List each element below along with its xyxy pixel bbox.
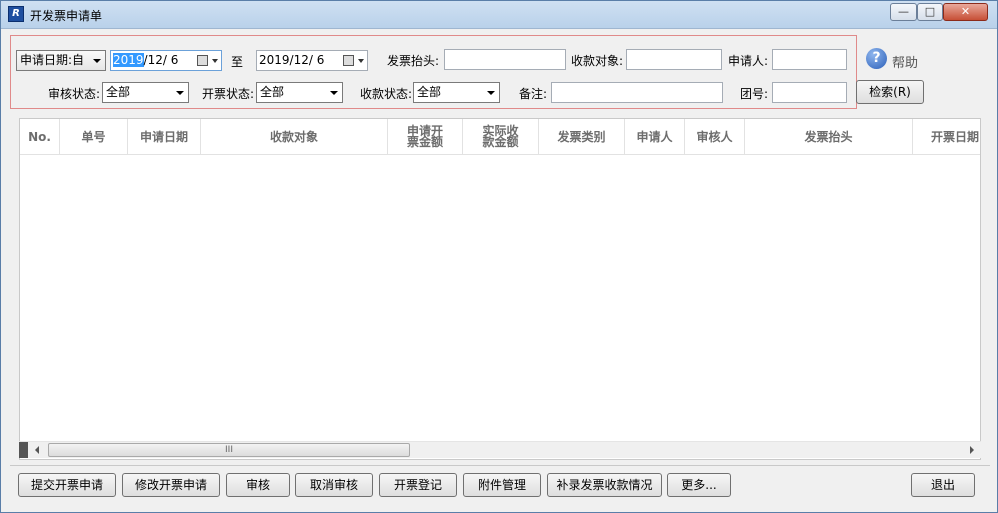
applicant-input[interactable]: [772, 49, 847, 70]
remark-label: 备注:: [519, 87, 548, 101]
column-header[interactable]: 申请人: [625, 119, 685, 155]
date-from-year: 2019: [113, 53, 144, 67]
date-type-value: 申请日期:自: [20, 53, 85, 67]
help-icon: ?: [866, 48, 887, 69]
submit-request-button[interactable]: 提交开票申请: [18, 473, 116, 497]
scroll-left-arrow-icon[interactable]: [35, 446, 39, 454]
column-header[interactable]: 发票抬头: [745, 119, 913, 155]
collection-status-select[interactable]: 全部: [413, 82, 500, 103]
collection-status-label: 收款状态:: [360, 87, 413, 101]
to-label: 至: [231, 55, 244, 69]
minimize-button[interactable]: —: [890, 3, 917, 21]
calendar-icon[interactable]: [197, 55, 208, 66]
scroll-left-block: [19, 442, 28, 458]
invoice-title-input[interactable]: [444, 49, 566, 70]
window-title: 开发票申请单: [30, 9, 103, 23]
scroll-right-arrow-icon[interactable]: [970, 446, 974, 454]
exit-button[interactable]: 退出: [911, 473, 975, 497]
scrollbar-thumb[interactable]: III: [48, 443, 410, 457]
date-from-rest: /12/ 6: [143, 53, 179, 67]
app-logo-icon: R: [8, 6, 24, 22]
column-header[interactable]: 审核人: [685, 119, 745, 155]
thumb-grip-icon: III: [225, 445, 233, 455]
payee-input[interactable]: [626, 49, 722, 70]
date-to-value: 2019/12/ 6: [259, 53, 325, 67]
column-header[interactable]: 实际收款金额: [463, 119, 539, 155]
more-button[interactable]: 更多...: [667, 473, 731, 497]
applicant-label: 申请人:: [728, 54, 769, 68]
column-header[interactable]: 发票类别: [539, 119, 625, 155]
column-header[interactable]: 申请开票金额: [388, 119, 463, 155]
calendar-icon[interactable]: [343, 55, 354, 66]
divider: [10, 465, 990, 466]
column-header[interactable]: 申请日期: [128, 119, 201, 155]
chevron-down-icon: [330, 91, 338, 95]
horizontal-scrollbar[interactable]: III: [19, 441, 981, 458]
invoice-title-label: 发票抬头:: [387, 54, 440, 68]
table-header: No. 单号 申请日期 收款对象 申请开票金额 实际收款金额 发票类别 申请人 …: [20, 119, 980, 155]
chevron-down-icon: [176, 91, 184, 95]
group-no-input[interactable]: [772, 82, 847, 103]
app-window: R 开发票申请单 — □ ✕ 申请日期:自 2019/12/ 6 至 2019/…: [0, 0, 998, 513]
invoice-status-select[interactable]: 全部: [256, 82, 343, 103]
column-header[interactable]: No.: [20, 119, 60, 155]
remark-input[interactable]: [551, 82, 723, 103]
help-label: 帮助: [892, 56, 919, 71]
payee-label: 收款对象:: [571, 54, 624, 68]
invoice-register-button[interactable]: 开票登记: [379, 473, 457, 497]
supplement-collection-button[interactable]: 补录发票收款情况: [547, 473, 662, 497]
invoice-status-value: 全部: [260, 85, 285, 99]
cancel-audit-button[interactable]: 取消审核: [295, 473, 373, 497]
audit-status-value: 全部: [106, 85, 131, 99]
title-bar: R 开发票申请单 — □ ✕: [1, 1, 997, 29]
invoice-request-table[interactable]: No. 单号 申请日期 收款对象 申请开票金额 实际收款金额 发票类别 申请人 …: [19, 118, 981, 460]
group-no-label: 团号:: [740, 87, 769, 101]
column-header[interactable]: 开票日期: [913, 119, 980, 155]
maximize-button[interactable]: □: [917, 3, 943, 21]
audit-button[interactable]: 审核: [226, 473, 290, 497]
date-from-picker[interactable]: 2019/12/ 6: [110, 50, 222, 71]
search-button[interactable]: 检索(R): [856, 80, 924, 104]
modify-request-button[interactable]: 修改开票申请: [122, 473, 220, 497]
chevron-down-icon: [487, 91, 495, 95]
collection-status-value: 全部: [417, 85, 442, 99]
column-header[interactable]: 收款对象: [201, 119, 388, 155]
chevron-down-icon[interactable]: [358, 59, 364, 63]
chevron-down-icon[interactable]: [212, 59, 218, 63]
close-button[interactable]: ✕: [943, 3, 988, 21]
column-header[interactable]: 单号: [60, 119, 128, 155]
date-type-select[interactable]: 申请日期:自: [16, 50, 106, 71]
audit-status-select[interactable]: 全部: [102, 82, 189, 103]
attachment-manage-button[interactable]: 附件管理: [463, 473, 541, 497]
audit-status-label: 审核状态:: [48, 87, 101, 101]
date-to-picker[interactable]: 2019/12/ 6: [256, 50, 368, 71]
invoice-status-label: 开票状态:: [202, 87, 255, 101]
chevron-down-icon: [93, 59, 101, 63]
